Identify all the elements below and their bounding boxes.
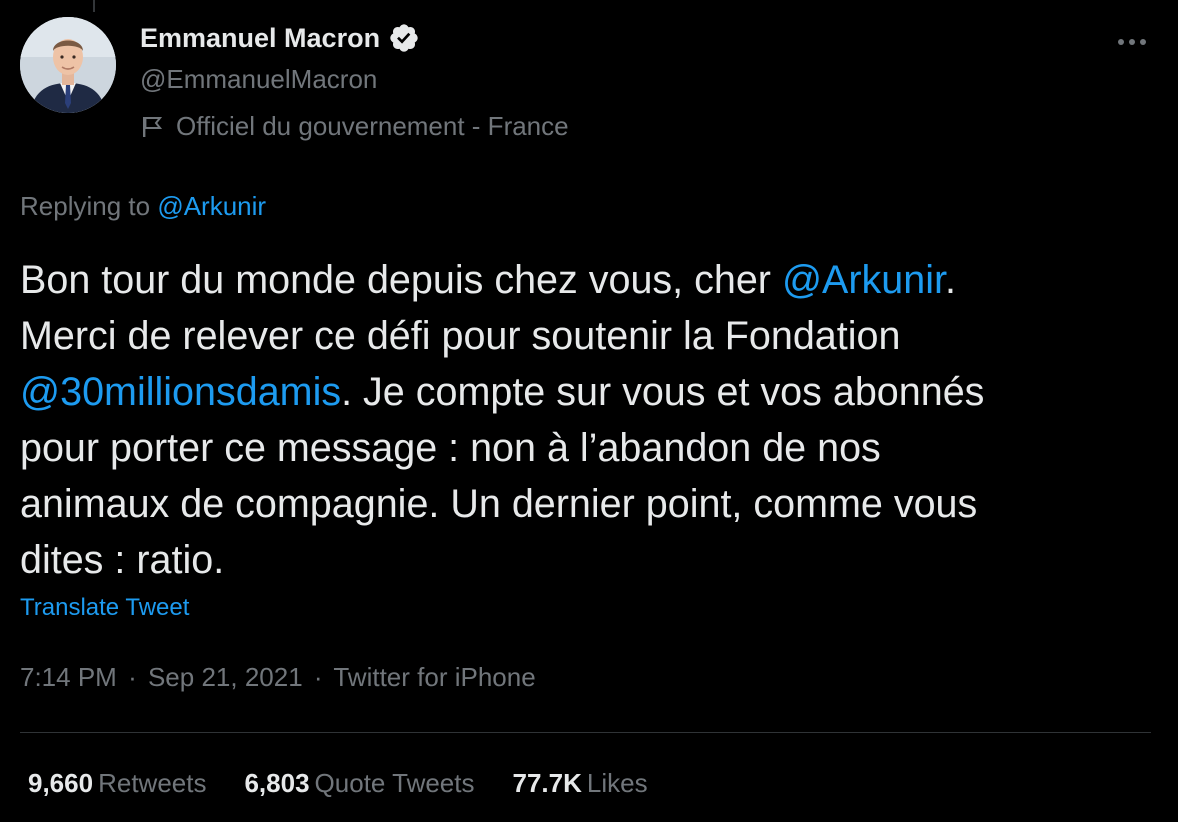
tweet-metadata: 7:14 PM · Sep 21, 2021 · Twitter for iPh… — [20, 662, 536, 693]
translate-tweet-link[interactable]: Translate Tweet — [20, 594, 189, 622]
author-name[interactable]: Emmanuel Macron — [140, 23, 380, 54]
replying-to-mention[interactable]: @Arkunir — [157, 191, 266, 221]
replying-to: Replying to @Arkunir — [20, 191, 266, 222]
avatar-photo — [20, 17, 116, 113]
tweet-line-4: pour porter ce message : non à l’abandon… — [20, 426, 881, 470]
affiliation-label: Officiel du gouvernement - France — [140, 111, 569, 142]
tweet-text-segment: . Je compte sur vous et vos abonnés — [341, 370, 985, 414]
verified-badge-icon — [390, 24, 418, 52]
thread-connector-line — [93, 0, 95, 12]
likes-count: 77.7K — [512, 768, 582, 798]
quote-tweets-label: Quote Tweets — [314, 768, 475, 798]
tweet-source[interactable]: Twitter for iPhone — [333, 662, 535, 692]
likes-stat[interactable]: 77.7K Likes — [513, 768, 648, 799]
divider — [20, 732, 1151, 733]
meta-separator: · — [128, 662, 137, 692]
tweet-line-6: dites : ratio. — [20, 538, 225, 582]
retweets-stat[interactable]: 9,660 Retweets — [28, 768, 206, 799]
mention-link[interactable]: @Arkunir — [782, 258, 945, 302]
tweet-date[interactable]: Sep 21, 2021 — [148, 662, 303, 692]
more-options-icon[interactable] — [1112, 22, 1152, 62]
quote-tweets-count: 6,803 — [244, 768, 310, 798]
tweet-text: Bon tour du monde depuis chez vous, cher… — [20, 252, 1160, 588]
flag-icon — [143, 116, 163, 137]
retweets-label: Retweets — [98, 768, 207, 798]
tweet-text-segment: Bon tour du monde depuis chez vous, cher — [20, 258, 782, 302]
avatar[interactable] — [20, 17, 116, 113]
tweet-line-3: @30millionsdamis. Je compte sur vous et … — [20, 364, 1160, 420]
tweet-text-segment: . — [944, 258, 956, 302]
replying-to-label: Replying to — [20, 191, 158, 221]
affiliation-text: Officiel du gouvernement - France — [176, 111, 569, 141]
tweet-line-5: animaux de compagnie. Un dernier point, … — [20, 482, 978, 526]
quote-tweets-stat[interactable]: 6,803 Quote Tweets — [244, 768, 474, 799]
likes-label: Likes — [586, 768, 648, 798]
tweet-line-1: Bon tour du monde depuis chez vous, cher… — [20, 252, 1160, 308]
author-name-row[interactable]: Emmanuel Macron — [140, 22, 420, 54]
mention-link[interactable]: @30millionsdamis — [20, 370, 341, 414]
meta-separator: · — [313, 662, 323, 692]
tweet-line-2: Merci de relever ce défi pour soutenir l… — [20, 314, 901, 358]
retweets-count: 9,660 — [28, 768, 94, 798]
author-handle[interactable]: @EmmanuelMacron — [140, 64, 377, 95]
tweet-time[interactable]: 7:14 PM — [20, 662, 117, 692]
engagement-stats: 9,660 Retweets 6,803 Quote Tweets 77.7K Lik… — [28, 768, 686, 799]
